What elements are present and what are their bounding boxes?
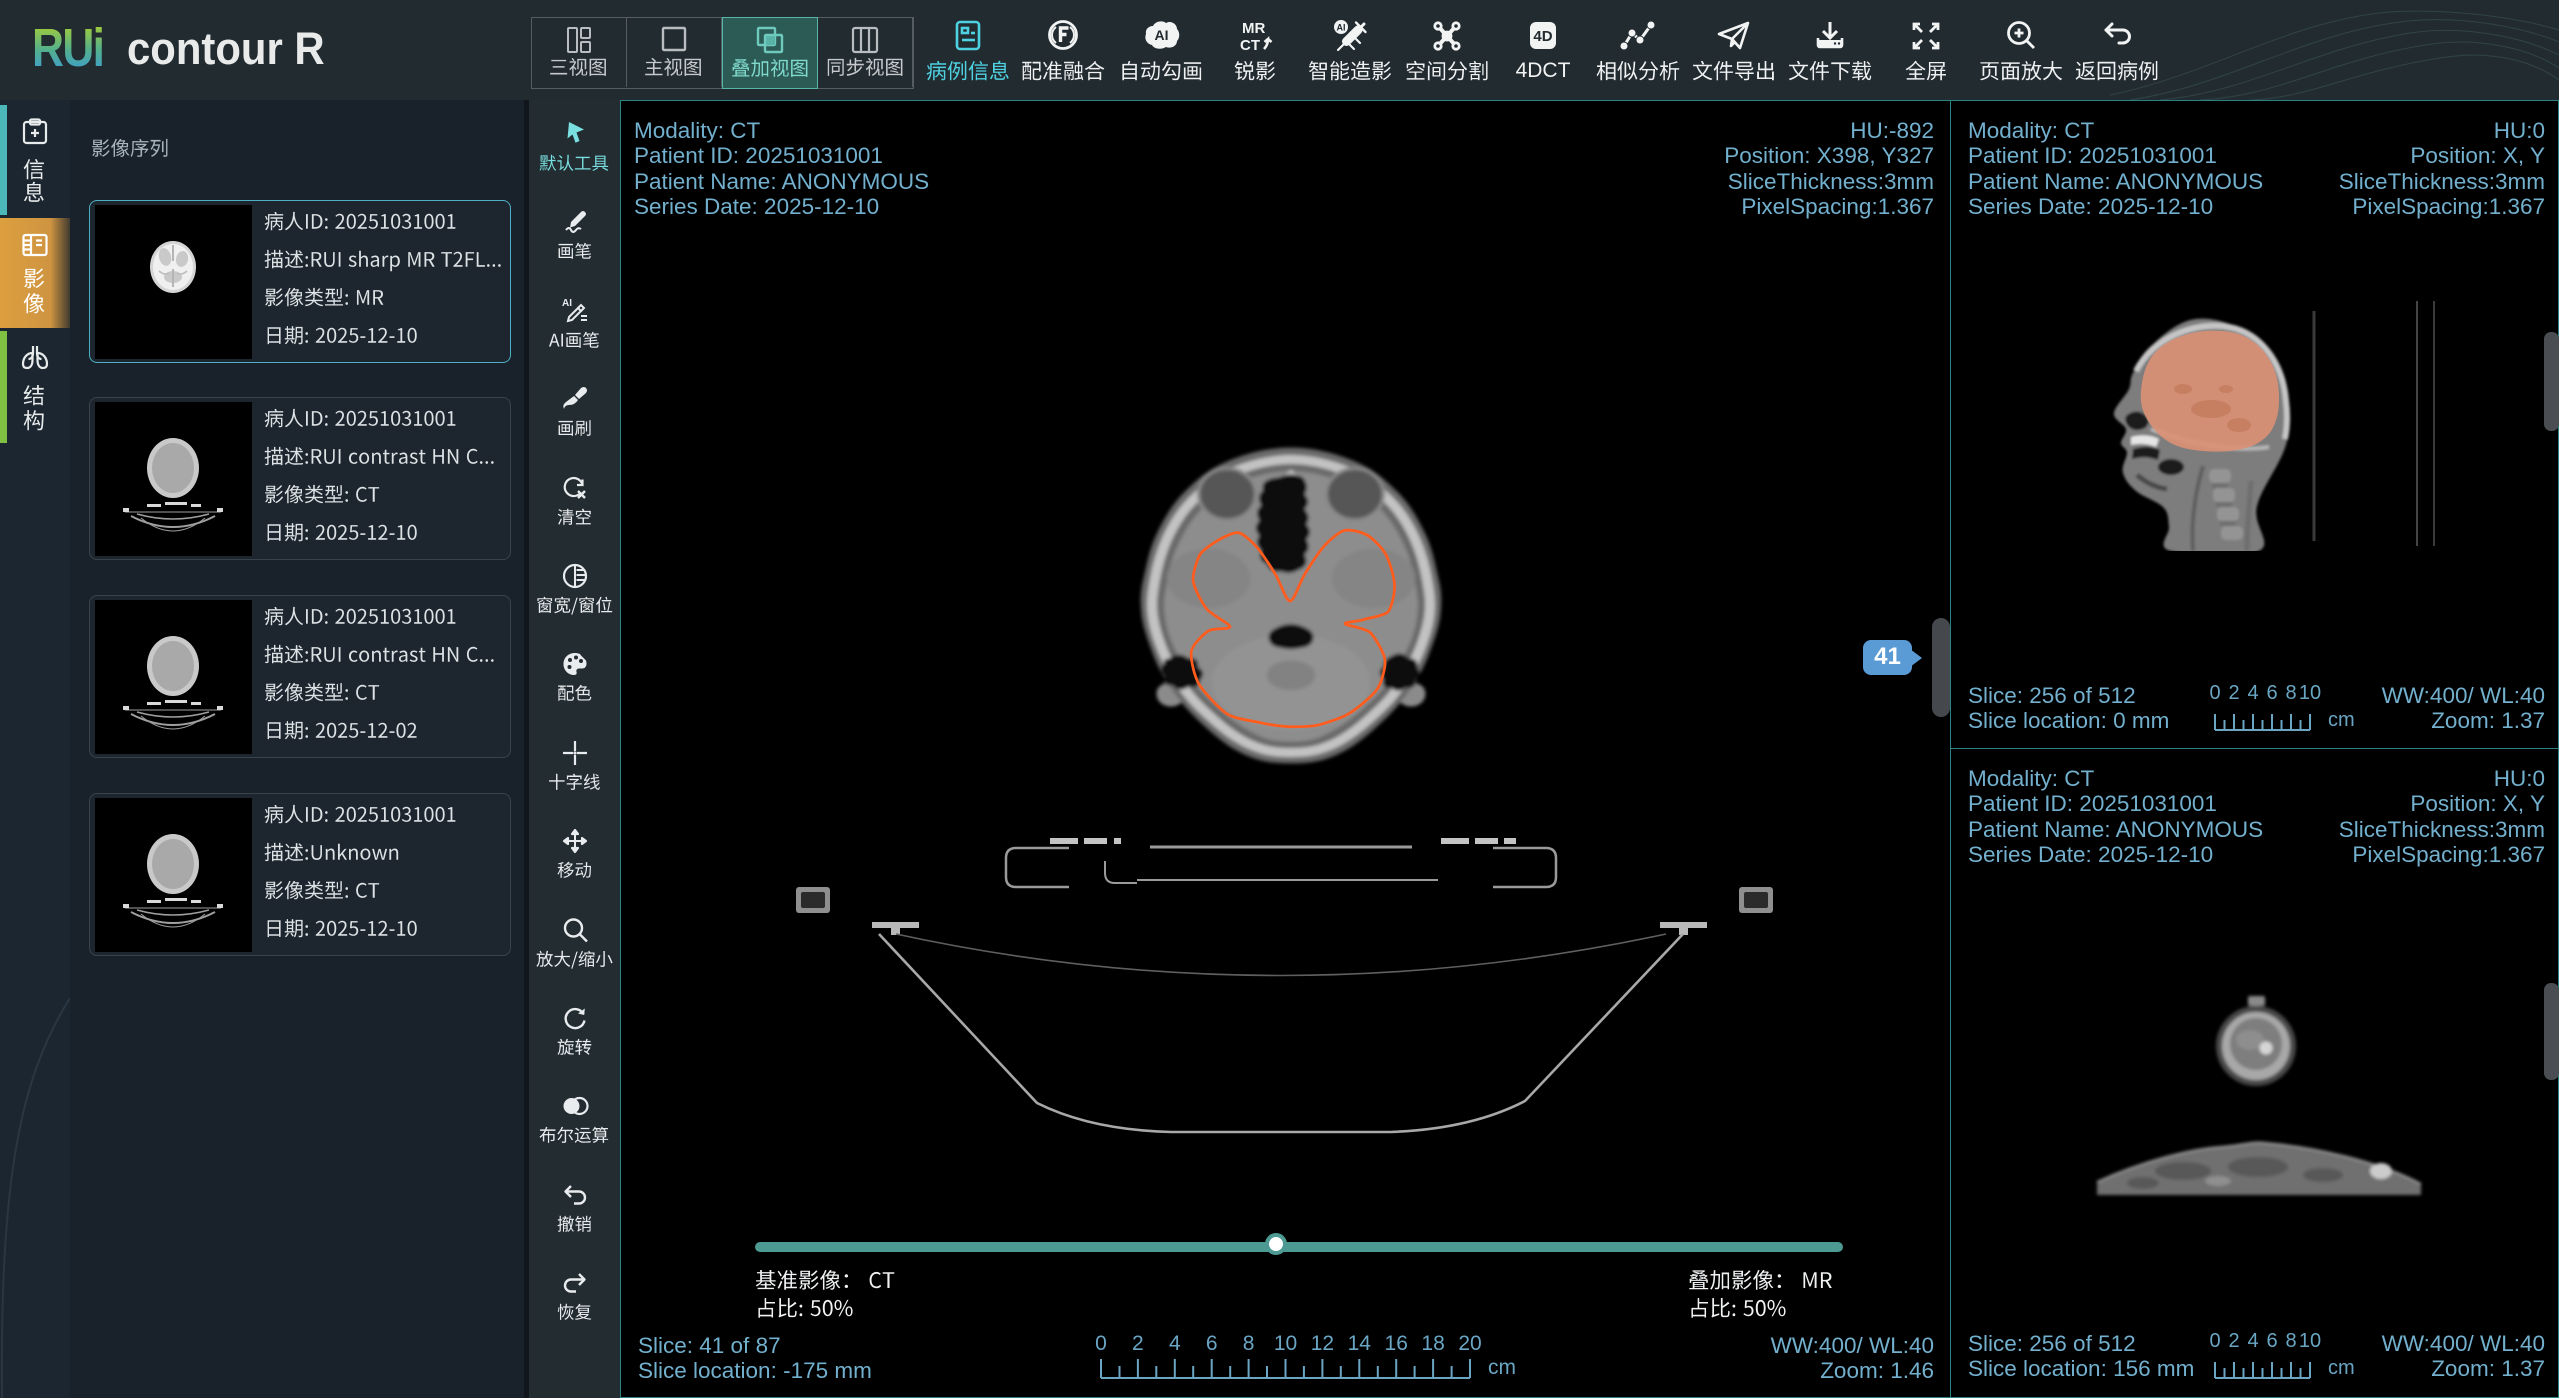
- svg-text:6: 6: [1206, 1332, 1218, 1355]
- svg-text:AI: AI: [1155, 27, 1169, 43]
- svg-text:8: 8: [2285, 682, 2296, 704]
- svg-text:6: 6: [2266, 682, 2277, 704]
- svg-text:cm: cm: [1488, 1356, 1516, 1379]
- svg-text:2: 2: [1132, 1332, 1144, 1355]
- svg-text:4D: 4D: [1533, 28, 1552, 45]
- svg-text:8: 8: [1243, 1332, 1255, 1355]
- svg-text:6: 6: [2266, 1330, 2277, 1352]
- svg-text:AI: AI: [562, 298, 572, 309]
- svg-text:cm: cm: [2328, 709, 2355, 731]
- svg-text:AI: AI: [1337, 23, 1346, 33]
- svg-text:10: 10: [2299, 1330, 2321, 1352]
- svg-text:10: 10: [2299, 682, 2321, 704]
- svg-text:0: 0: [1095, 1332, 1107, 1355]
- svg-text:16: 16: [1385, 1332, 1408, 1355]
- svg-text:8: 8: [2285, 1330, 2296, 1352]
- svg-text:10: 10: [1274, 1332, 1297, 1355]
- svg-text:CT: CT: [1240, 37, 1260, 54]
- svg-text:20: 20: [1458, 1332, 1481, 1355]
- svg-text:4: 4: [2247, 682, 2258, 704]
- svg-text:14: 14: [1348, 1332, 1372, 1355]
- svg-text:MR: MR: [1242, 20, 1265, 37]
- svg-text:2: 2: [2228, 1330, 2239, 1352]
- svg-text:0: 0: [2209, 682, 2220, 704]
- svg-text:4: 4: [2247, 1330, 2258, 1352]
- svg-text:2: 2: [2228, 682, 2239, 704]
- svg-text:18: 18: [1421, 1332, 1444, 1355]
- svg-text:12: 12: [1311, 1332, 1334, 1355]
- svg-text:cm: cm: [2328, 1357, 2355, 1379]
- svg-text:0: 0: [2209, 1330, 2220, 1352]
- svg-text:4: 4: [1169, 1332, 1181, 1355]
